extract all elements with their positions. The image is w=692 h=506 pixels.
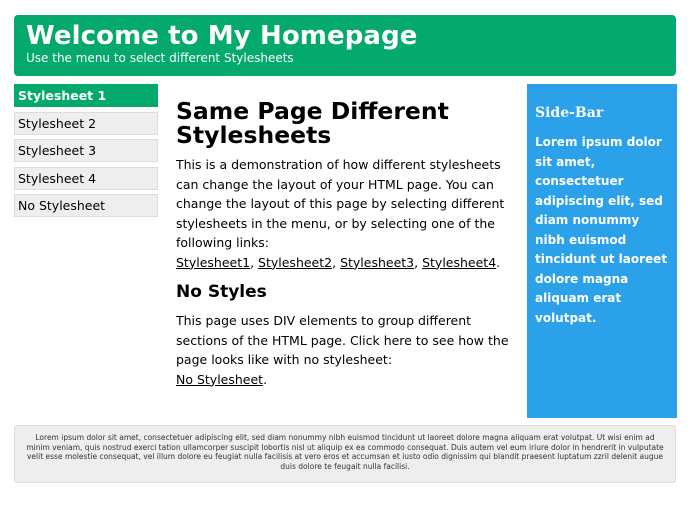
link-separator: ,: [250, 254, 259, 270]
section-link-end-punctuation: .: [263, 371, 268, 387]
link-stylesheet-3[interactable]: Stylesheet3: [340, 255, 414, 270]
sidebar-text: Lorem ipsum dolor sit amet, consectetuer…: [535, 135, 668, 325]
page-header: Welcome to My Homepage Use the menu to s…: [14, 15, 676, 76]
link-stylesheet-1[interactable]: Stylesheet1: [176, 255, 250, 270]
link-stylesheet-4[interactable]: Stylesheet4: [422, 255, 496, 270]
main-content: Same Page Different Stylesheets This is …: [176, 99, 516, 389]
menu-item-stylesheet-2[interactable]: Stylesheet 2: [14, 111, 158, 135]
side-bar: Side-Bar Lorem ipsum dolor sit amet, con…: [527, 84, 677, 418]
section-text: This page uses DIV elements to group dif…: [176, 313, 509, 367]
link-separator: ,: [414, 254, 423, 270]
footer-text: Lorem ipsum dolor sit amet, consectetuer…: [26, 433, 664, 471]
menu-item-no-stylesheet[interactable]: No Stylesheet: [14, 194, 158, 217]
link-no-stylesheet[interactable]: No Stylesheet: [176, 372, 263, 387]
links-end-punctuation: .: [496, 254, 501, 270]
stylesheet-menu: Stylesheet 1 Stylesheet 2 Stylesheet 3 S…: [14, 84, 158, 222]
menu-item-stylesheet-3[interactable]: Stylesheet 3: [14, 139, 158, 162]
link-separator: ,: [332, 254, 341, 270]
intro-text: This is a demonstration of how different…: [176, 157, 505, 250]
sidebar-title: Side-Bar: [535, 105, 604, 121]
page-subtitle: Use the menu to select different Stylesh…: [26, 51, 294, 65]
page-title: Welcome to My Homepage: [26, 21, 418, 51]
section-paragraph: This page uses DIV elements to group dif…: [176, 311, 516, 389]
main-heading: Same Page Different Stylesheets: [176, 97, 449, 149]
link-stylesheet-2[interactable]: Stylesheet2: [258, 255, 332, 270]
menu-item-stylesheet-4[interactable]: Stylesheet 4: [14, 166, 158, 190]
page-footer: Lorem ipsum dolor sit amet, consectetuer…: [14, 425, 676, 483]
intro-paragraph: This is a demonstration of how different…: [176, 155, 516, 272]
section-heading: No Styles: [176, 282, 267, 302]
menu-item-stylesheet-1[interactable]: Stylesheet 1: [14, 84, 158, 107]
